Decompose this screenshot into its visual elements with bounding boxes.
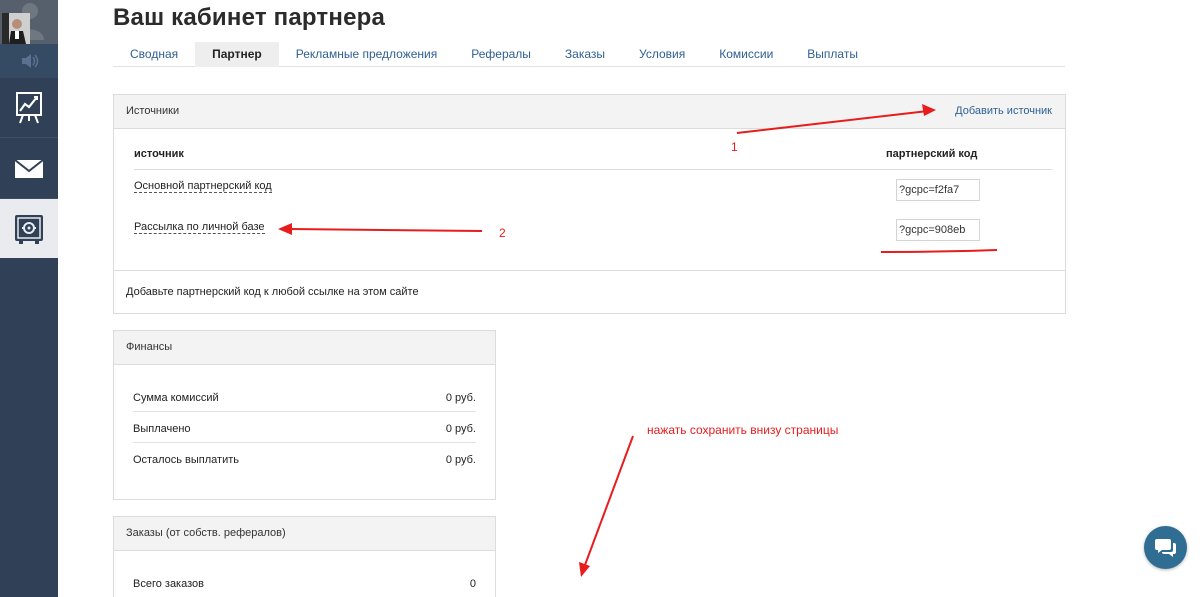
finance-value: 0 руб. [445, 454, 476, 466]
sources-title: Источники [126, 105, 180, 117]
chart-icon [16, 91, 42, 123]
tab-commissions[interactable]: Комиссии [702, 42, 790, 67]
finance-panel: Финансы Сумма комиссий 0 руб. Выплачено … [113, 330, 496, 500]
list-item: Осталось выплатить 0 руб. [133, 443, 476, 474]
finance-label: Осталось выплатить [133, 454, 239, 466]
list-item: Выплачено 0 руб. [133, 412, 476, 443]
finance-value: 0 руб. [445, 392, 476, 404]
annotation-label-2: 2 [499, 226, 506, 240]
tab-bar: Сводная Партнер Рекламные предложения Ре… [113, 42, 1065, 67]
avatar[interactable] [0, 0, 58, 44]
sources-panel-header: Источники Добавить источник [114, 95, 1065, 129]
page-title: Ваш кабинет партнера [113, 4, 386, 31]
avatar-photo [2, 13, 30, 44]
tab-summary[interactable]: Сводная [113, 42, 195, 67]
mail-icon [14, 158, 44, 178]
orders-panel: Заказы (от собств. рефералов) Всего зака… [113, 516, 496, 597]
finance-title: Финансы [114, 331, 495, 365]
chat-bubbles-icon [1154, 538, 1176, 557]
list-item: Сумма комиссий 0 руб. [133, 381, 476, 412]
orders-value: 0 [469, 578, 476, 590]
list-item: Всего заказов 0 [133, 574, 476, 597]
sound-icon [22, 54, 39, 68]
finance-list: Сумма комиссий 0 руб. Выплачено 0 руб. О… [114, 365, 495, 474]
col-source-header: источник [134, 148, 184, 160]
chat-button[interactable] [1144, 526, 1187, 569]
partner-code-field[interactable]: ?gcpc=908eb [896, 219, 980, 241]
source-name-link[interactable]: Рассылка по личной базе [134, 221, 265, 234]
sources-panel: Источники Добавить источник источник пар… [113, 94, 1066, 314]
tab-payouts[interactable]: Выплаты [790, 42, 875, 67]
source-name-link[interactable]: Основной партнерский код [134, 180, 272, 193]
tab-conditions[interactable]: Условия [622, 42, 702, 67]
sound-toggle[interactable] [0, 44, 58, 78]
sources-hint: Добавьте партнерский код к любой ссылке … [114, 270, 1065, 314]
finance-label: Выплачено [133, 423, 191, 435]
add-source-link[interactable]: Добавить источник [955, 95, 1052, 128]
orders-title: Заказы (от собств. рефералов) [114, 517, 495, 551]
annotation-note: нажать сохранить внизу страницы [647, 423, 839, 437]
finance-value: 0 руб. [445, 423, 476, 435]
partner-code-field[interactable]: ?gcpc=f2fa7 [896, 179, 980, 201]
orders-label: Всего заказов [133, 578, 204, 590]
left-sidebar [0, 0, 58, 597]
orders-list: Всего заказов 0 [114, 551, 495, 597]
col-code-header: партнерский код [886, 148, 978, 160]
tab-promo-offers[interactable]: Рекламные предложения [279, 42, 455, 67]
sidebar-item-partner[interactable] [0, 199, 58, 258]
sources-table: источник партнерский код Основной партне… [134, 136, 1052, 252]
tab-partner[interactable]: Партнер [195, 42, 279, 67]
sidebar-item-messages[interactable] [0, 139, 58, 199]
sources-table-header: источник партнерский код [134, 136, 1052, 170]
table-row: Основной партнерский код ?gcpc=f2fa7 [134, 170, 1052, 210]
tab-orders[interactable]: Заказы [548, 42, 622, 67]
annotation-label-1: 1 [731, 140, 738, 154]
table-row: Рассылка по личной базе ?gcpc=908eb [134, 210, 1052, 252]
annotation-arrow-down [584, 435, 634, 566]
sidebar-item-stats[interactable] [0, 78, 58, 138]
finance-label: Сумма комиссий [133, 392, 219, 404]
safe-icon [15, 214, 43, 244]
tab-referrals[interactable]: Рефералы [454, 42, 548, 67]
